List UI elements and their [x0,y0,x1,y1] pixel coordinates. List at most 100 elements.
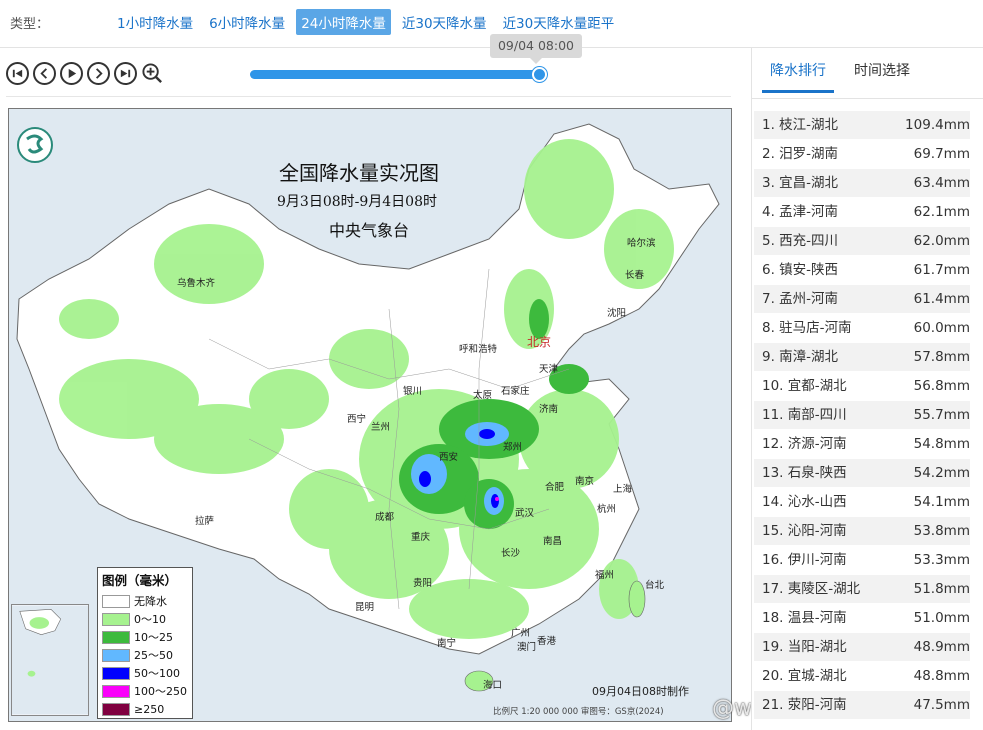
last-icon [120,69,131,78]
ranking-row[interactable]: 11. 南部-四川 55.7mm [754,401,970,430]
ranking-station: 4. 孟津-河南 [762,204,839,220]
ranking-value: 61.4mm [913,291,970,307]
first-frame-button[interactable] [6,62,29,85]
ranking-value: 54.8mm [913,436,970,452]
ranking-row[interactable]: 13. 石泉-陕西 54.2mm [754,459,970,488]
ranking-value: 51.0mm [913,610,970,626]
city-label: 昆明 [355,602,375,613]
ranking-row[interactable]: 1. 枝江-湖北 109.4mm [754,111,970,140]
city-label: 澳门 [517,642,537,653]
tab-precip-ranking[interactable]: 降水排行 [762,60,834,93]
city-label: 南京 [575,476,595,487]
type-label: 类型： [10,17,50,32]
ranking-station: 20. 宜城-湖北 [762,668,847,684]
time-slider-fill [250,70,540,79]
map-legend: 图例（毫米） 无降水 0～10 10～25 25～50 50～100 100～2… [97,567,193,719]
cma-logo [17,127,53,163]
ranking-row[interactable]: 15. 沁阳-河南 53.8mm [754,517,970,546]
legend-swatch [102,684,130,698]
ranking-row[interactable]: 14. 沁水-山西 54.1mm [754,488,970,517]
city-label: 银川 [403,386,423,397]
tab-30d-precip[interactable]: 近30天降水量 [397,9,492,35]
ranking-value: 51.8mm [913,581,970,597]
ranking-station: 9. 南漳-湖北 [762,349,839,365]
south-china-sea-inset [11,604,89,716]
zoom-in-icon [142,63,162,83]
ranking-row[interactable]: 16. 伊川-河南 53.3mm [754,546,970,575]
ranking-row[interactable]: 18. 温县-河南 51.0mm [754,604,970,633]
ranking-row[interactable]: 4. 孟津-河南 62.1mm [754,198,970,227]
map-footer: 比例尺 1:20 000 000 审图号：GS京(2024) [493,707,664,717]
tab-time-select[interactable]: 时间选择 [854,60,910,93]
ranking-value: 54.2mm [913,465,970,481]
ranking-value: 62.1mm [913,204,970,220]
ranking-value: 54.1mm [913,494,970,510]
ranking-row[interactable]: 10. 宜都-湖北 56.8mm [754,372,970,401]
city-label: 杭州 [597,504,617,515]
last-frame-button[interactable] [114,62,137,85]
map-subtitle: 9月3日08时-9月4日08时 [277,194,437,210]
ranking-value: 62.0mm [913,233,970,249]
legend-label: 100～250 [134,685,187,698]
city-label: 重庆 [411,532,431,543]
ranking-value: 60.0mm [913,320,970,336]
panel-divider [752,98,983,99]
ranking-value: 61.7mm [913,262,970,278]
time-slider-handle[interactable] [532,67,547,82]
ranking-station: 6. 镇安-陕西 [762,262,839,278]
type-tabs: 1小时降水量 6小时降水量 24小时降水量 近30天降水量 近30天降水量距平 [112,9,619,35]
map-title: 全国降水量实况图 [279,161,439,185]
tab-30d-precip-anomaly[interactable]: 近30天降水量距平 [498,9,620,35]
tab-24h-precip[interactable]: 24小时降水量 [296,9,391,35]
city-label-capital: 北京 [527,335,552,349]
city-label: 呼和浩特 [459,344,498,355]
city-label: 南昌 [543,536,563,547]
ranking-row[interactable]: 12. 济源-河南 54.8mm [754,430,970,459]
ranking-station: 18. 温县-河南 [762,610,847,626]
prev-frame-button[interactable] [33,62,56,85]
next-frame-button[interactable] [87,62,110,85]
prev-icon [40,68,48,79]
ranking-value: 47.5mm [913,697,970,713]
time-slider[interactable] [250,67,547,82]
ranking-list: 1. 枝江-湖北 109.4mm 2. 汨罗-湖南 69.7mm 3. 宜昌-湖北 63.… [754,111,970,720]
ranking-station: 19. 当阳-湖北 [762,639,847,655]
ranking-station: 21. 荥阳-河南 [762,697,847,713]
ranking-value: 53.3mm [913,552,970,568]
ranking-row[interactable]: 9. 南漳-湖北 57.8mm [754,343,970,372]
city-label: 西宁 [347,414,367,425]
city-label: 合肥 [545,482,565,493]
play-button[interactable] [60,62,83,85]
divider [6,96,731,97]
ranking-row[interactable]: 20. 宜城-湖北 48.8mm [754,662,970,691]
ranking-station: 14. 沁水-山西 [762,494,847,510]
legend-swatch [102,630,130,644]
ranking-row[interactable]: 3. 宜昌-湖北 63.4mm [754,169,970,198]
tab-6h-precip[interactable]: 6小时降水量 [204,9,290,35]
ranking-row[interactable]: 19. 当阳-湖北 48.9mm [754,633,970,662]
legend-swatch [102,594,130,608]
ranking-row[interactable]: 21. 荥阳-河南 47.5mm [754,691,970,720]
city-label: 南宁 [437,638,457,649]
ranking-station: 13. 石泉-陕西 [762,465,847,481]
legend-swatch [102,702,130,716]
precipitation-map[interactable]: 全国降水量实况图 9月3日08时-9月4日08时 中央气象台 乌鲁木齐 哈尔滨 … [8,108,732,722]
ranking-station: 11. 南部-四川 [762,407,847,423]
city-label: 广州 [511,628,531,639]
ranking-row[interactable]: 7. 孟州-河南 61.4mm [754,285,970,314]
ranking-row[interactable]: 2. 汨罗-湖南 69.7mm [754,140,970,169]
ranking-row[interactable]: 5. 西充-四川 62.0mm [754,227,970,256]
city-label: 福州 [595,570,615,581]
city-label: 兰州 [371,422,391,433]
legend-title: 图例（毫米） [102,573,178,588]
legend-label: ≥250 [134,702,165,716]
time-tooltip: 09/04 08:00 [490,34,582,64]
player-controls [6,62,164,85]
legend-item: 50～100 [102,664,188,682]
ranking-value: 57.8mm [913,349,970,365]
zoom-in-button[interactable] [141,62,164,85]
ranking-row[interactable]: 17. 夷陵区-湖北 51.8mm [754,575,970,604]
tab-1h-precip[interactable]: 1小时降水量 [112,9,198,35]
ranking-row[interactable]: 6. 镇安-陕西 61.7mm [754,256,970,285]
ranking-row[interactable]: 8. 驻马店-河南 60.0mm [754,314,970,343]
